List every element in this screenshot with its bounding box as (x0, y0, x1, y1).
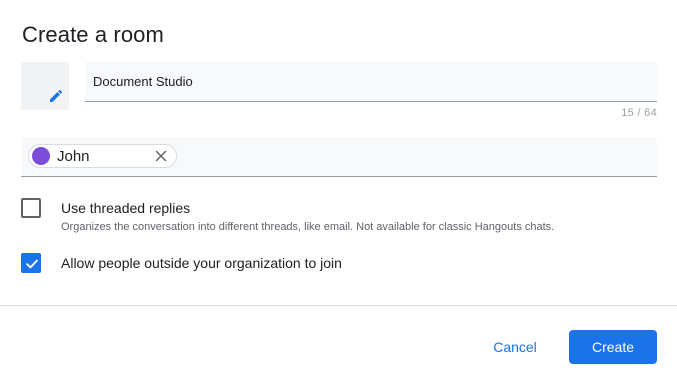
room-name-char-counter: 15 / 64 (621, 107, 657, 119)
external-people-checkbox[interactable] (21, 253, 41, 273)
footer-divider (0, 305, 677, 306)
check-icon (26, 259, 38, 269)
close-icon[interactable] (155, 150, 167, 162)
cancel-button[interactable]: Cancel (480, 332, 550, 362)
create-room-dialog: Create a room 15 / 64 John Use threaded … (0, 0, 677, 388)
create-button[interactable]: Create (569, 330, 657, 364)
room-name-input[interactable] (93, 61, 633, 101)
room-name-field[interactable] (85, 61, 657, 102)
person-chip-name: John (57, 147, 90, 165)
avatar (32, 147, 50, 165)
add-people-field[interactable]: John (21, 137, 657, 177)
threaded-replies-label: Use threaded replies (61, 200, 191, 216)
person-chip[interactable]: John (28, 144, 177, 168)
room-avatar-picker[interactable] (21, 62, 69, 110)
external-people-label: Allow people outside your organization t… (61, 255, 342, 271)
threaded-replies-checkbox[interactable] (21, 198, 41, 218)
pencil-icon[interactable] (48, 88, 64, 104)
threaded-replies-description: Organizes the conversation into differen… (61, 221, 555, 233)
dialog-title: Create a room (22, 22, 164, 47)
